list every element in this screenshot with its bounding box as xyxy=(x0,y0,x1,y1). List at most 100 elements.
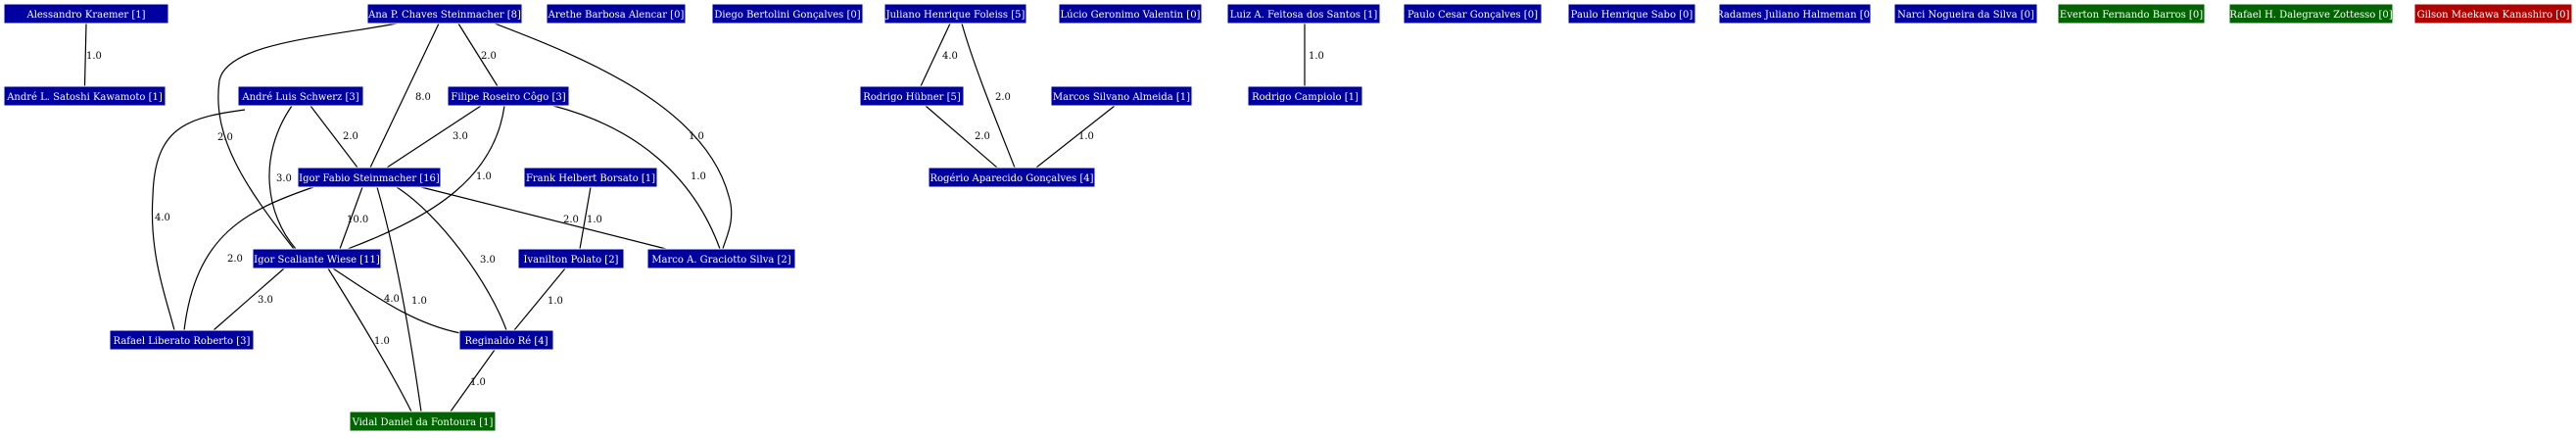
node-valentin[interactable]: Lúcio Geronimo Valentin [0] xyxy=(1058,3,1203,24)
edge-igor-graciotto: 2.0 xyxy=(420,186,667,250)
node-label: Rodrigo Hübner [5] xyxy=(863,92,961,103)
node-label: Rogério Aparecido Gonçalves [4] xyxy=(930,173,1094,184)
edge-re-fontoura: 1.0 xyxy=(450,349,496,413)
node-schwerz[interactable]: André Luis Schwerz [3] xyxy=(237,85,364,107)
edge-foltran-hubner: 4.0 xyxy=(920,23,958,87)
edge-kraemer-kawamoto: 1.0 xyxy=(83,23,102,87)
node-label: Diego Bertolini Gonçalves [0] xyxy=(714,10,860,21)
node-fontoura[interactable]: Vidal Daniel da Fontoura [1] xyxy=(349,411,497,432)
node-feitosa[interactable]: Luiz A. Feitosa dos Santos [1] xyxy=(1226,3,1381,24)
node-label: Lúcio Geronimo Valentin [0] xyxy=(1061,10,1201,21)
edge-igor-re: 3.0 xyxy=(396,186,507,331)
node-label: Vidal Daniel da Fontoura [1] xyxy=(352,417,494,428)
edge-line xyxy=(1035,105,1116,169)
edge-weight-label: 2.0 xyxy=(343,131,358,142)
node-label: Rodrigo Campiolo [1] xyxy=(1252,92,1359,103)
edge-weight-label: 4.0 xyxy=(942,51,958,62)
edge-wiese-fontoura: 1.0 xyxy=(327,268,412,413)
edge-chaves-cogo: 2.0 xyxy=(457,23,499,87)
edge-line xyxy=(217,23,398,250)
node-label: Frank Helbert Borsato [1] xyxy=(526,173,655,184)
node-label: Marcos Silvano Almeida [1] xyxy=(1053,92,1190,103)
node-label: Paulo Cesar Gonçalves [0] xyxy=(1407,10,1538,21)
node-label: Alessandro Kraemer [1] xyxy=(25,10,145,21)
node-graciotto[interactable]: Marco A. Graciotto Silva [2] xyxy=(646,248,796,269)
edge-weight-label: 4.0 xyxy=(155,213,170,223)
edge-weight-label: 3.0 xyxy=(480,255,496,266)
node-label: André Luis Schwerz [3] xyxy=(241,92,358,103)
edge-weight-label: 1.0 xyxy=(470,377,486,388)
node-label: Igor Scaliante Wiese [11] xyxy=(254,255,380,266)
node-igor[interactable]: Igor Fabio Steinmacher [16] xyxy=(297,167,442,188)
node-nogueira[interactable]: Narci Nogueira da Silva [0] xyxy=(1893,3,2038,24)
node-label: Reginaldo Ré [4] xyxy=(464,336,548,347)
edge-weight-label: 2.0 xyxy=(975,131,990,142)
edge-weight-label: 10.0 xyxy=(347,215,368,225)
edge-schwerz-igor: 2.0 xyxy=(310,105,358,169)
node-kraemer[interactable]: Alessandro Kraemer [1] xyxy=(3,3,169,24)
node-cogo[interactable]: Filipe Roseiro Côgo [3] xyxy=(447,85,570,107)
node-label: André L. Satoshi Kawamoto [1] xyxy=(6,92,163,103)
node-label: Ivanilton Polato [2] xyxy=(524,255,619,266)
nodes-layer: Alessandro Kraemer [1] Ana P. Chaves Stei… xyxy=(3,3,2573,432)
edge-almeida-rogerio: 1.0 xyxy=(1035,105,1116,169)
node-wiese[interactable]: Igor Scaliante Wiese [11] xyxy=(252,248,382,269)
node-borsato[interactable]: Frank Helbert Borsato [1] xyxy=(523,167,658,188)
node-label: Marco A. Graciotto Silva [2] xyxy=(651,255,790,266)
node-label: Ana P. Chaves Steinmacher [8] xyxy=(367,10,521,21)
node-halmeman[interactable]: Radames Juliano Halmeman [0] xyxy=(1716,3,1874,24)
edge-weight-label: 1.0 xyxy=(86,51,102,62)
edge-chaves-igor: 8.0 xyxy=(369,23,440,169)
edge-weight-label: 1.0 xyxy=(374,336,390,347)
node-campiolo[interactable]: Rodrigo Campiolo [1] xyxy=(1247,85,1363,107)
node-liberato[interactable]: Rafael Liberato Roberto [3] xyxy=(109,329,255,351)
node-almeida[interactable]: Marcos Silvano Almeida [1] xyxy=(1050,85,1193,107)
node-bertolini[interactable]: Diego Bertolini Gonçalves [0] xyxy=(711,3,864,24)
edge-weight-label: 2.0 xyxy=(227,254,243,265)
edge-polato-re: 1.0 xyxy=(513,268,566,331)
node-label: Gilson Maekawa Kanashiro [0] xyxy=(2417,10,2570,21)
edge-weight-label: 2.0 xyxy=(481,51,497,62)
edge-weight-label: 2.0 xyxy=(217,132,233,143)
edge-weight-label: 4.0 xyxy=(384,294,400,305)
edge-schwerz-wiese: 3.0 xyxy=(268,105,297,250)
edge-weight-label: 1.0 xyxy=(1309,51,1324,62)
node-kawamoto[interactable]: André L. Satoshi Kawamoto [1] xyxy=(3,85,167,107)
edge-line xyxy=(327,268,412,413)
edge-weight-label: 2.0 xyxy=(563,215,579,225)
edge-igor-wiese: 10.0 xyxy=(339,186,368,250)
edge-weight-label: 8.0 xyxy=(415,92,431,103)
edge-feitosa-campiolo: 1.0 xyxy=(1304,24,1324,86)
node-rogerio[interactable]: Rogério Aparecido Gonçalves [4] xyxy=(928,167,1096,188)
node-polato[interactable]: Ivanilton Polato [2] xyxy=(517,248,625,269)
node-label: Filipe Roseiro Côgo [3] xyxy=(451,92,565,103)
edge-wiese-re: 4.0 xyxy=(332,268,461,334)
edge-weight-label: 1.0 xyxy=(1078,131,1094,142)
edge-weight-label: 1.0 xyxy=(691,171,706,182)
edge-weight-label: 3.0 xyxy=(453,131,468,142)
edge-borsato-polato: 1.0 xyxy=(579,186,602,250)
edge-weight-label: 1.0 xyxy=(689,131,704,142)
node-kanashiro[interactable]: Gilson Maekawa Kanashiro [0] xyxy=(2413,3,2573,24)
node-hubner[interactable]: Rodrigo Hübner [5] xyxy=(859,85,965,107)
node-chaves[interactable]: Ana P. Chaves Steinmacher [8] xyxy=(366,3,523,24)
node-sabo[interactable]: Paulo Henrique Sabo [0] xyxy=(1567,3,1696,24)
node-pcgoncalves[interactable]: Paulo Cesar Gonçalves [0] xyxy=(1403,3,1543,24)
node-label: Paulo Henrique Sabo [0] xyxy=(1571,10,1693,21)
node-barros[interactable]: Everton Fernando Barros [0] xyxy=(2057,3,2206,24)
edge-weight-label: 1.0 xyxy=(587,215,602,225)
edges-layer: 1.0 8.0 2.0 2.0 1.0 4.0 2.0 1.0 2.0 3.0 4.0 3.0 1.0 1… xyxy=(83,23,1324,413)
collaboration-graph: 1.0 8.0 2.0 2.0 1.0 4.0 2.0 1.0 2.0 3.0 4.0 3.0 1.0 1… xyxy=(3,3,2573,432)
edge-foltran-rogerio: 2.0 xyxy=(961,23,1016,169)
edge-cogo-igor: 3.0 xyxy=(386,105,482,169)
node-label: Juliano Henrique Foleiss [5] xyxy=(885,10,1026,21)
edge-weight-label: 1.0 xyxy=(476,171,492,182)
node-label: Everton Fernando Barros [0] xyxy=(2060,10,2203,21)
node-zottesso[interactable]: Rafael H. Dalegrave Zottesso [0] xyxy=(2228,3,2394,24)
edge-line xyxy=(420,186,667,250)
edge-wiese-liberato: 3.0 xyxy=(213,268,285,331)
node-alencar[interactable]: Arethe Barbosa Alencar [0] xyxy=(546,3,687,24)
edge-hubner-rogerio: 2.0 xyxy=(925,105,998,169)
node-foltran[interactable]: Juliano Henrique Foleiss [5] xyxy=(883,3,1027,24)
node-re[interactable]: Reginaldo Ré [4] xyxy=(458,329,554,351)
